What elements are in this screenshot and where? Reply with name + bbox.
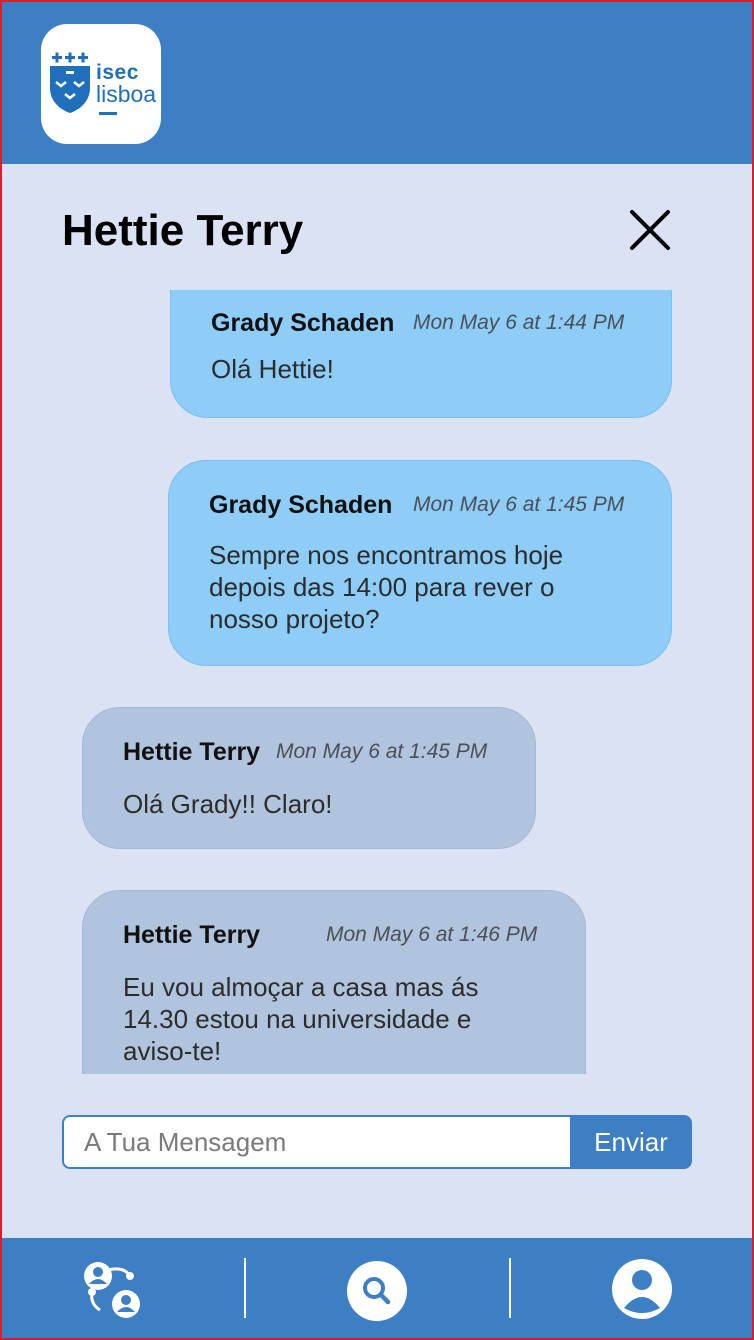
message-line: 14.30 estou na universidade e: [123, 1004, 472, 1034]
message-line: Olá Grady!! Claro!: [123, 789, 333, 819]
message-timestamp: Mon May 6 at 1:44 PM: [413, 311, 625, 334]
message-sender: Grady Schaden: [209, 491, 393, 519]
message-line: Sempre nos encontramos hoje: [209, 540, 564, 570]
send-button[interactable]: Enviar: [570, 1115, 692, 1169]
message-line: depois das 14:00 para rever o: [209, 572, 555, 602]
message-input[interactable]: [62, 1115, 572, 1169]
message-line: aviso-te!: [123, 1036, 222, 1066]
message-line: Eu vou almoçar a casa mas ás: [123, 972, 479, 1002]
message-text: Eu vou almoçar a casa mas ás 14.30 estou…: [123, 971, 573, 1067]
message-text: Olá Grady!! Claro!: [123, 788, 523, 820]
message-sender: Hettie Terry: [123, 921, 261, 949]
app-frame: isec lisboa Hettie Terry Grady Schaden M…: [0, 0, 754, 1340]
message-line: Olá Hettie!: [211, 354, 334, 384]
message-bubble: Hettie Terry Mon May 6 at 1:45 PM Olá Gr…: [82, 707, 536, 849]
nav-profile-button[interactable]: [611, 1258, 673, 1320]
close-icon: [630, 210, 670, 250]
nav-divider: [244, 1258, 246, 1318]
message-sender: Grady Schaden: [211, 309, 395, 337]
message-bubble: Hettie Terry Mon May 6 at 1:46 PM Eu vou…: [82, 890, 586, 1074]
message-bubble: Grady Schaden Mon May 6 at 1:44 PM Olá H…: [170, 290, 672, 418]
search-icon: [347, 1261, 407, 1321]
logo-underline: [99, 112, 117, 115]
logo-text-lisboa: lisboa: [96, 81, 157, 107]
close-button[interactable]: [626, 206, 674, 254]
nav-search-button[interactable]: [346, 1260, 408, 1322]
bottom-nav: [2, 1238, 752, 1338]
message-timestamp: Mon May 6 at 1:45 PM: [276, 740, 488, 763]
message-text: Olá Hettie!: [211, 353, 651, 385]
message-text: Sempre nos encontramos hoje depois das 1…: [209, 539, 659, 635]
isec-lisboa-logo[interactable]: isec lisboa: [41, 24, 161, 144]
nav-divider: [509, 1258, 511, 1318]
message-line: nosso projeto?: [209, 604, 380, 634]
chat-title: Hettie Terry: [62, 206, 304, 255]
message-timestamp: Mon May 6 at 1:46 PM: [326, 923, 538, 946]
message-list[interactable]: Grady Schaden Mon May 6 at 1:44 PM Olá H…: [2, 290, 752, 1074]
user-profile-icon: [612, 1259, 672, 1319]
users-network-icon: [84, 1262, 140, 1318]
message-bubble: Grady Schaden Mon May 6 at 1:45 PM Sempr…: [168, 460, 672, 666]
top-bar: isec lisboa: [2, 2, 752, 164]
nav-connections-button[interactable]: [80, 1258, 144, 1322]
message-sender: Hettie Terry: [123, 738, 261, 766]
message-timestamp: Mon May 6 at 1:45 PM: [413, 493, 625, 516]
message-composer: Enviar: [62, 1115, 692, 1169]
